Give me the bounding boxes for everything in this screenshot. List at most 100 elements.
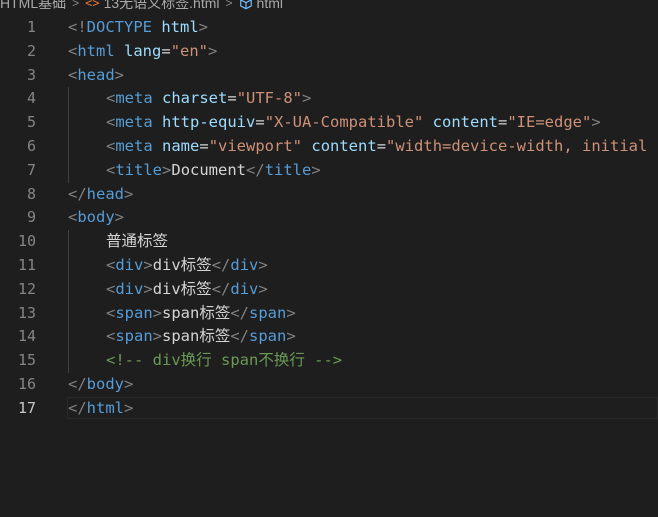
code-line[interactable]: 2 <html lang="en">	[0, 40, 658, 64]
line-number: 14	[17, 327, 36, 346]
code-text: </head>	[68, 183, 658, 207]
code-token: <	[68, 208, 78, 227]
code-token: div	[230, 255, 259, 274]
code-line[interactable]: 12 <div>div标签</div>	[0, 278, 658, 302]
code-text: <meta http-equiv="X-UA-Compatible" conte…	[68, 111, 658, 135]
code-token: div标签	[152, 255, 212, 274]
code-line[interactable]: 8 </head>	[0, 183, 658, 207]
line-number: 13	[17, 303, 36, 322]
breadcrumb-symbol[interactable]: html	[257, 0, 283, 10]
code-token: <!-- div换行 span不换行 -->	[106, 351, 343, 370]
code-line[interactable]: 11 <div>div标签</div>	[0, 254, 658, 278]
code-text: <meta name="viewport" content="width=dev…	[68, 135, 658, 159]
code-token: body	[77, 208, 115, 227]
code-line[interactable]: 9 <body>	[0, 206, 658, 230]
code-token: >	[198, 18, 209, 36]
code-line[interactable]: 10 普通标签	[0, 230, 658, 254]
code-line[interactable]: 1 <!DOCTYPE html>	[0, 16, 658, 40]
code-token: <	[106, 89, 116, 108]
code-token: =	[161, 41, 171, 60]
code-token: <	[106, 255, 116, 274]
code-text: <!-- div换行 span不换行 -->	[68, 349, 658, 373]
breadcrumb-file[interactable]: 13无语义标签.html	[104, 0, 220, 10]
line-number: 11	[17, 255, 36, 274]
code-token: body	[86, 374, 124, 393]
code-line[interactable]: 6 <meta name="viewport" content="width=de…	[0, 135, 658, 159]
code-line[interactable]: 5 <meta http-equiv="X-UA-Compatible" cont…	[0, 111, 658, 135]
code-token: =	[227, 89, 237, 108]
code-token: content	[311, 136, 377, 155]
code-token: </	[230, 327, 250, 346]
code-token: title	[264, 160, 312, 179]
code-token: lang	[124, 41, 162, 60]
line-number: 15	[17, 351, 36, 370]
code-token: name	[162, 136, 200, 155]
code-token: >	[162, 160, 172, 179]
code-token: >	[302, 89, 312, 108]
code-token: </	[246, 160, 265, 179]
code-token: </	[211, 255, 231, 274]
code-token: >	[124, 184, 134, 203]
code-token: </	[230, 303, 250, 322]
code-token: div	[115, 255, 144, 274]
code-line[interactable]: 13 <span>span标签</span>	[0, 302, 658, 326]
code-token: http-equiv	[162, 113, 256, 132]
line-number: 6	[26, 136, 36, 155]
code-token: span	[249, 303, 287, 322]
code-line[interactable]: 4 <meta charset="UTF-8">	[0, 87, 658, 111]
code-token: =	[199, 136, 209, 155]
code-line[interactable]: 14 <span>span标签</span>	[0, 325, 658, 349]
code-token: >	[114, 208, 125, 227]
line-number: 7	[26, 160, 36, 179]
code-editor[interactable]: 1 <!DOCTYPE html> 2 <html lang="en"> 3 <head>…	[0, 16, 658, 421]
code-token: >	[143, 279, 153, 298]
code-token: charset	[162, 89, 228, 108]
code-token: >	[258, 255, 268, 274]
code-line[interactable]: 7 <title>Document</title>	[0, 159, 658, 183]
code-token: "width=device-width, initial	[386, 136, 648, 155]
indent-guide	[68, 230, 69, 373]
line-number: 5	[26, 113, 36, 132]
line-number: 2	[26, 41, 36, 60]
code-text: <title>Document</title>	[68, 159, 658, 183]
code-line[interactable]: 16 </body>	[0, 373, 658, 397]
code-token: 普通标签	[106, 232, 169, 251]
line-number: 3	[26, 65, 36, 84]
code-text: </body>	[68, 373, 658, 397]
code-token: head	[77, 65, 115, 84]
code-token: span	[249, 327, 287, 346]
code-token: >	[152, 327, 163, 346]
code-token: =	[376, 136, 387, 155]
indent-guide	[68, 87, 69, 183]
breadcrumb: HTML基础 > <> 13无语义标签.html > html	[0, 0, 658, 13]
code-token: <	[106, 113, 116, 132]
code-token: </	[68, 398, 87, 417]
code-text: <div>div标签</div>	[68, 254, 658, 278]
code-line[interactable]: 15 <!-- div换行 span不换行 -->	[0, 349, 658, 373]
code-token: div标签	[152, 279, 212, 298]
code-token: <	[106, 160, 116, 179]
code-token: <	[106, 303, 116, 322]
breadcrumb-folder[interactable]: HTML基础	[0, 0, 66, 10]
code-text: 普通标签	[68, 230, 658, 254]
html-file-icon: <>	[85, 0, 100, 10]
code-token: content	[432, 113, 498, 132]
code-token: <	[106, 136, 116, 155]
code-line[interactable]: 17 </html>	[0, 396, 658, 421]
code-token: >	[124, 398, 134, 417]
code-text: <div>div标签</div>	[68, 278, 658, 302]
code-text: <span>span标签</span>	[68, 325, 658, 349]
code-token: >	[591, 113, 601, 132]
code-line[interactable]: 3 <head>	[0, 64, 658, 88]
code-token: span标签	[162, 327, 231, 346]
code-text: <html lang="en">	[68, 40, 658, 64]
symbol-cube-icon	[239, 0, 252, 10]
code-token: "en"	[170, 41, 209, 60]
code-token: span标签	[162, 303, 231, 322]
code-token: >	[143, 255, 153, 274]
line-number: 10	[17, 232, 36, 251]
code-token: span	[115, 303, 153, 322]
